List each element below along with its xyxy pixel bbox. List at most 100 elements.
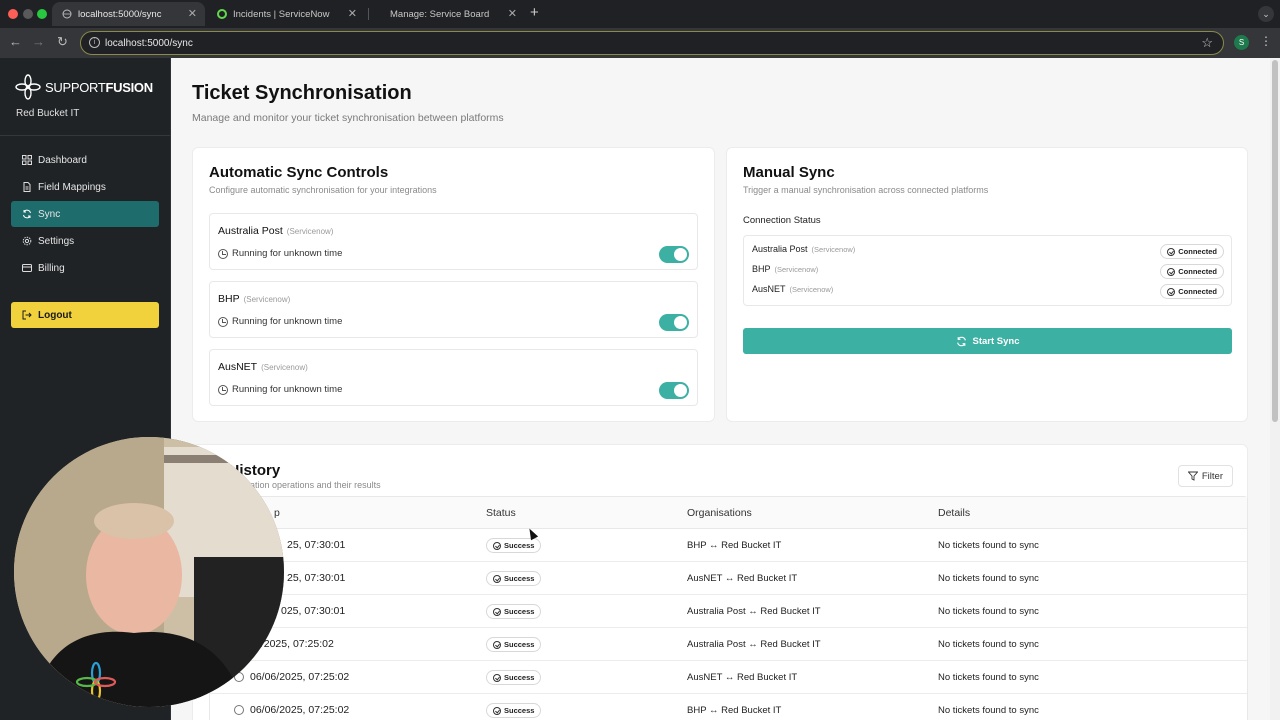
sidebar-item-label: Sync — [38, 208, 61, 220]
minimize-window-button[interactable] — [23, 9, 33, 19]
status-badge-text: Success — [504, 541, 535, 550]
browser-tab-sync[interactable]: localhost:5000/sync ✕ — [52, 2, 205, 26]
row-organisations: BHP ↔ Red Bucket IT — [687, 540, 782, 551]
app-logo[interactable]: SUPPORTFUSION — [15, 74, 153, 100]
auto-sync-toggle[interactable] — [659, 382, 689, 399]
column-header-timestamp: p — [274, 507, 280, 519]
brand-name-light: SUPPORT — [45, 79, 106, 95]
tab-search-icon[interactable]: ⌄ — [1258, 6, 1274, 22]
auto-sync-toggle[interactable] — [659, 314, 689, 331]
check-circle-icon — [493, 607, 501, 616]
sidebar-item-label: Billing — [38, 262, 65, 274]
status-badge-text: Success — [504, 607, 535, 616]
filter-label: Filter — [1201, 470, 1223, 482]
card-subtitle: Configure automatic synchronisation for … — [209, 185, 437, 195]
toggle-knob — [674, 316, 687, 329]
logout-icon — [22, 310, 32, 320]
status-badge: Connected — [1160, 244, 1224, 259]
status-badge: Connected — [1160, 264, 1224, 279]
page-scrollbar[interactable] — [1270, 58, 1280, 720]
card-title: Manual Sync — [743, 164, 835, 181]
integration-status-text: Running for unknown time — [232, 384, 343, 395]
connection-name: Australia Post — [752, 244, 808, 254]
browser-tab-incidents[interactable]: Incidents | ServiceNow ✕ — [207, 2, 365, 26]
card-subtitle: Trigger a manual synchronisation across … — [743, 185, 989, 195]
sidebar-item-settings[interactable]: Settings — [11, 228, 159, 254]
logout-button[interactable]: Logout — [11, 302, 159, 328]
status-badge: Success — [486, 604, 542, 619]
presenter-video — [14, 437, 284, 707]
integration-item: BHP (Servicenow) Running for unknown time — [209, 281, 698, 338]
globe-icon — [62, 9, 72, 19]
sidebar-item-field-mappings[interactable]: Field Mappings — [11, 174, 159, 200]
address-url[interactable]: localhost:5000/sync — [105, 38, 193, 49]
sidebar-item-label: Field Mappings — [38, 181, 106, 193]
row-organisations: Australia Post ↔ Red Bucket IT — [687, 639, 821, 650]
address-bar[interactable]: i localhost:5000/sync ☆ — [80, 31, 1224, 55]
browser-tab-service-board[interactable]: Manage: Service Board ✕ — [380, 2, 525, 26]
table-row[interactable]: 25, 07:30:01 Success BHP ↔ Red Bucket IT… — [210, 529, 1247, 562]
tab-divider — [368, 8, 369, 20]
table-row[interactable]: 6/2025, 07:25:02 Success Australia Post … — [210, 628, 1247, 661]
new-tab-icon[interactable]: + — [530, 4, 539, 21]
forward-arrow-icon[interactable]: → — [32, 34, 45, 50]
browser-toolbar: ← → ↻ i localhost:5000/sync ☆ S ⋮ — [0, 28, 1280, 58]
row-organisations: AusNET ↔ Red Bucket IT — [687, 573, 798, 584]
status-badge-text: Connected — [1178, 287, 1217, 296]
main-content: Ticket Synchronisation Manage and monito… — [171, 58, 1270, 720]
gear-icon — [22, 236, 32, 246]
document-icon — [23, 182, 31, 192]
row-timestamp: 25, 07:30:01 — [287, 572, 346, 584]
table-row[interactable]: 06/06/2025, 07:25:02 Success BHP ↔ Red B… — [210, 694, 1247, 720]
scrollbar-thumb[interactable] — [1272, 60, 1278, 422]
integration-status: Running for unknown time — [218, 384, 342, 395]
status-badge: Success — [486, 538, 542, 553]
row-timestamp: 25, 07:30:01 — [287, 539, 346, 551]
refresh-icon — [23, 209, 31, 219]
status-badge-text: Connected — [1178, 247, 1217, 256]
row-organisations: Australia Post ↔ Red Bucket IT — [687, 606, 821, 617]
row-organisations: AusNET ↔ Red Bucket IT — [687, 672, 798, 683]
integration-item: Australia Post (Servicenow) Running for u… — [209, 213, 698, 270]
close-tab-icon[interactable]: ✕ — [508, 7, 517, 20]
start-sync-button[interactable]: Start Sync — [743, 328, 1232, 354]
integration-type: (Servicenow) — [286, 227, 334, 236]
sidebar-item-dashboard[interactable]: Dashboard — [11, 147, 159, 173]
table-row[interactable]: 25, 07:30:01 Success AusNET ↔ Red Bucket… — [210, 562, 1247, 595]
row-details: No tickets found to sync — [938, 540, 1039, 551]
integration-status-text: Running for unknown time — [232, 248, 343, 259]
bookmark-star-icon[interactable]: ☆ — [1201, 35, 1213, 51]
table-row[interactable]: 025, 07:30:01 Success Australia Post ↔ R… — [210, 595, 1247, 628]
integration-status-text: Running for unknown time — [232, 316, 343, 327]
auto-sync-toggle[interactable] — [659, 246, 689, 263]
filter-button[interactable]: Filter — [1177, 465, 1233, 487]
close-tab-icon[interactable]: ✕ — [348, 7, 357, 20]
maximize-window-button[interactable] — [37, 9, 47, 19]
status-badge: Success — [486, 670, 542, 685]
filter-icon — [1187, 471, 1198, 481]
history-icon — [234, 705, 244, 715]
table-row[interactable]: 06/06/2025, 07:25:02 Success AusNET ↔ Re… — [210, 661, 1247, 694]
row-details: No tickets found to sync — [938, 672, 1039, 683]
browser-menu-icon[interactable]: ⋮ — [1260, 34, 1272, 48]
integration-name-text: BHP — [218, 293, 240, 305]
connection-row: Australia Post (Servicenow) Connected — [752, 244, 1224, 260]
toggle-knob — [674, 248, 687, 261]
sidebar-item-sync[interactable]: Sync — [11, 201, 159, 227]
sidebar-item-billing[interactable]: Billing — [11, 255, 159, 281]
status-badge: Success — [486, 571, 542, 586]
back-arrow-icon[interactable]: ← — [9, 34, 22, 50]
site-info-icon[interactable]: i — [89, 37, 100, 48]
start-sync-label: Start Sync — [972, 335, 1020, 347]
connection-type: (Servicenow) — [774, 265, 819, 274]
check-circle-icon — [493, 673, 501, 682]
row-organisations: BHP ↔ Red Bucket IT — [687, 705, 782, 716]
close-window-button[interactable] — [8, 9, 18, 19]
reload-icon[interactable]: ↻ — [57, 34, 68, 50]
connection-status-list: Australia Post (Servicenow) Connected BHP… — [743, 235, 1232, 306]
sync-history-table: p Status Organisations Details 25, 07:30… — [209, 496, 1248, 720]
check-circle-icon — [493, 640, 501, 649]
profile-avatar[interactable]: S — [1234, 35, 1249, 50]
close-tab-icon[interactable]: ✕ — [188, 7, 197, 20]
page-subtitle: Manage and monitor your ticket synchroni… — [192, 112, 504, 124]
